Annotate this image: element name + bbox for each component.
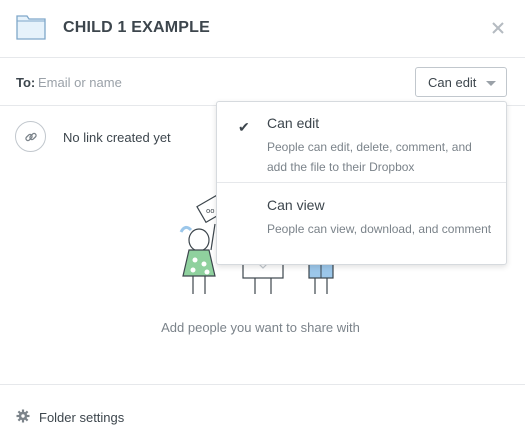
- svg-text:oo: oo: [206, 207, 215, 215]
- option-title: Can edit: [267, 115, 320, 131]
- folder-settings-link[interactable]: Folder settings: [39, 410, 124, 425]
- gear-icon[interactable]: [16, 409, 30, 423]
- menu-option-can-edit[interactable]: ✔ Can edit People can edit, delete, comm…: [217, 102, 506, 183]
- permission-menu: ✔ Can edit People can edit, delete, comm…: [216, 101, 507, 265]
- close-icon[interactable]: [489, 19, 507, 37]
- to-label: To:: [16, 75, 36, 90]
- caret-down-icon: [486, 81, 496, 86]
- empty-state-label: Add people you want to share with: [161, 320, 360, 335]
- folder-icon: [16, 15, 46, 40]
- permission-button-label: Can edit: [428, 75, 477, 90]
- link-icon[interactable]: [15, 121, 46, 152]
- option-title: Can view: [267, 197, 325, 213]
- modal-footer: Folder settings: [0, 384, 525, 441]
- recipient-row: To: Can edit: [0, 58, 525, 106]
- share-modal-header: CHILD 1 EXAMPLE: [0, 0, 525, 58]
- empty-state-text: Add people you want to share with: [0, 320, 525, 335]
- no-link-text: No link created yet: [63, 130, 171, 145]
- recipient-input[interactable]: [38, 69, 398, 95]
- check-icon: ✔: [238, 119, 250, 135]
- modal-title: CHILD 1 EXAMPLE: [63, 19, 211, 36]
- option-description: People can edit, delete, comment, and ad…: [267, 140, 472, 174]
- permission-dropdown-button[interactable]: Can edit: [415, 67, 507, 97]
- option-description: People can view, download, and comment: [267, 222, 492, 236]
- menu-option-can-view[interactable]: Can view People can view, download, and …: [217, 184, 506, 264]
